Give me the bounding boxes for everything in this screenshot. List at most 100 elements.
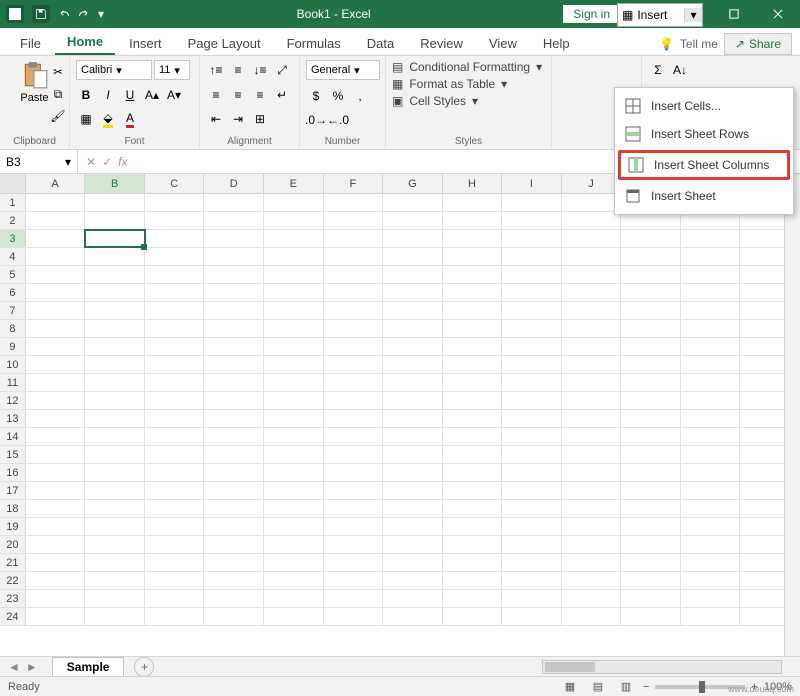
cell[interactable] xyxy=(562,194,622,211)
menu-insert-rows[interactable]: Insert Sheet Rows xyxy=(615,120,793,148)
cell[interactable] xyxy=(85,572,145,589)
cell[interactable] xyxy=(383,500,443,517)
cell[interactable] xyxy=(562,230,622,247)
row-header[interactable]: 5 xyxy=(0,266,26,283)
cell[interactable] xyxy=(204,248,264,265)
cell[interactable] xyxy=(85,482,145,499)
cell[interactable] xyxy=(264,356,324,373)
cell[interactable] xyxy=(85,284,145,301)
cell-styles-button[interactable]: ▣Cell Styles▾ xyxy=(392,94,545,108)
decrease-decimal-icon[interactable]: ←.0 xyxy=(328,110,348,130)
cell[interactable] xyxy=(145,356,205,373)
cell[interactable] xyxy=(621,248,681,265)
cell[interactable] xyxy=(145,212,205,229)
cell[interactable] xyxy=(26,536,86,553)
currency-icon[interactable]: $ xyxy=(306,86,326,106)
cell[interactable] xyxy=(681,518,741,535)
cell[interactable] xyxy=(204,338,264,355)
cell[interactable] xyxy=(264,428,324,445)
cell[interactable] xyxy=(264,194,324,211)
cell[interactable] xyxy=(383,410,443,427)
cell[interactable] xyxy=(26,518,86,535)
cell[interactable] xyxy=(145,230,205,247)
fill-color-icon[interactable]: ⬙ xyxy=(98,109,118,129)
zoom-out-icon[interactable]: − xyxy=(643,681,649,693)
cell[interactable] xyxy=(264,302,324,319)
cell[interactable] xyxy=(324,608,384,625)
increase-font-icon[interactable]: A▴ xyxy=(142,85,162,105)
cell[interactable] xyxy=(443,338,503,355)
cell[interactable] xyxy=(204,302,264,319)
signin-button[interactable]: Sign in xyxy=(563,5,620,23)
tab-insert[interactable]: Insert xyxy=(117,30,174,55)
cell[interactable] xyxy=(383,590,443,607)
underline-button[interactable]: U xyxy=(120,85,140,105)
cell[interactable] xyxy=(562,554,622,571)
increase-indent-icon[interactable]: ⇥ xyxy=(228,109,248,129)
cell[interactable] xyxy=(502,302,562,319)
cell[interactable] xyxy=(383,284,443,301)
row-header[interactable]: 22 xyxy=(0,572,26,589)
cell[interactable] xyxy=(85,590,145,607)
column-header[interactable]: B xyxy=(85,174,145,193)
cell[interactable] xyxy=(204,194,264,211)
row-header[interactable]: 15 xyxy=(0,446,26,463)
cell[interactable] xyxy=(145,338,205,355)
cell[interactable] xyxy=(145,374,205,391)
sheet-nav-prev-icon[interactable]: ◄ xyxy=(8,660,20,674)
cell[interactable] xyxy=(264,536,324,553)
close-icon[interactable] xyxy=(760,0,796,28)
cell[interactable] xyxy=(264,392,324,409)
cell[interactable] xyxy=(681,230,741,247)
cell[interactable] xyxy=(383,428,443,445)
cell[interactable] xyxy=(26,482,86,499)
cell[interactable] xyxy=(264,482,324,499)
increase-decimal-icon[interactable]: .0→ xyxy=(306,110,326,130)
row-header[interactable]: 13 xyxy=(0,410,26,427)
page-layout-view-icon[interactable]: ▤ xyxy=(587,679,609,695)
cell[interactable] xyxy=(502,608,562,625)
cell[interactable] xyxy=(204,428,264,445)
tab-data[interactable]: Data xyxy=(355,30,406,55)
cell[interactable] xyxy=(324,230,384,247)
cell[interactable] xyxy=(383,248,443,265)
cell[interactable] xyxy=(204,356,264,373)
cell[interactable] xyxy=(26,284,86,301)
cell[interactable] xyxy=(204,320,264,337)
cell[interactable] xyxy=(562,482,622,499)
cell[interactable] xyxy=(562,302,622,319)
cell[interactable] xyxy=(621,302,681,319)
merge-icon[interactable]: ⊞ xyxy=(250,109,270,129)
format-as-table-button[interactable]: ▦Format as Table▾ xyxy=(392,77,545,91)
cell[interactable] xyxy=(324,428,384,445)
cell[interactable] xyxy=(562,320,622,337)
normal-view-icon[interactable]: ▦ xyxy=(559,679,581,695)
cell[interactable] xyxy=(621,464,681,481)
column-header[interactable]: E xyxy=(264,174,324,193)
cell[interactable] xyxy=(26,392,86,409)
cell[interactable] xyxy=(26,428,86,445)
decrease-indent-icon[interactable]: ⇤ xyxy=(206,109,226,129)
cell[interactable] xyxy=(443,320,503,337)
cell[interactable] xyxy=(204,590,264,607)
cell[interactable] xyxy=(502,392,562,409)
cell[interactable] xyxy=(502,338,562,355)
cell[interactable] xyxy=(85,230,145,247)
vertical-scrollbar[interactable] xyxy=(784,174,800,656)
cell[interactable] xyxy=(264,212,324,229)
cell[interactable] xyxy=(443,572,503,589)
cell[interactable] xyxy=(681,302,741,319)
cell[interactable] xyxy=(443,518,503,535)
tab-formulas[interactable]: Formulas xyxy=(275,30,353,55)
cell[interactable] xyxy=(562,284,622,301)
cell[interactable] xyxy=(85,248,145,265)
cell[interactable] xyxy=(621,536,681,553)
cell[interactable] xyxy=(383,446,443,463)
row-header[interactable]: 14 xyxy=(0,428,26,445)
cell[interactable] xyxy=(502,266,562,283)
cell[interactable] xyxy=(264,230,324,247)
cell[interactable] xyxy=(443,410,503,427)
tab-home[interactable]: Home xyxy=(55,28,115,55)
cell[interactable] xyxy=(204,464,264,481)
cell[interactable] xyxy=(443,212,503,229)
